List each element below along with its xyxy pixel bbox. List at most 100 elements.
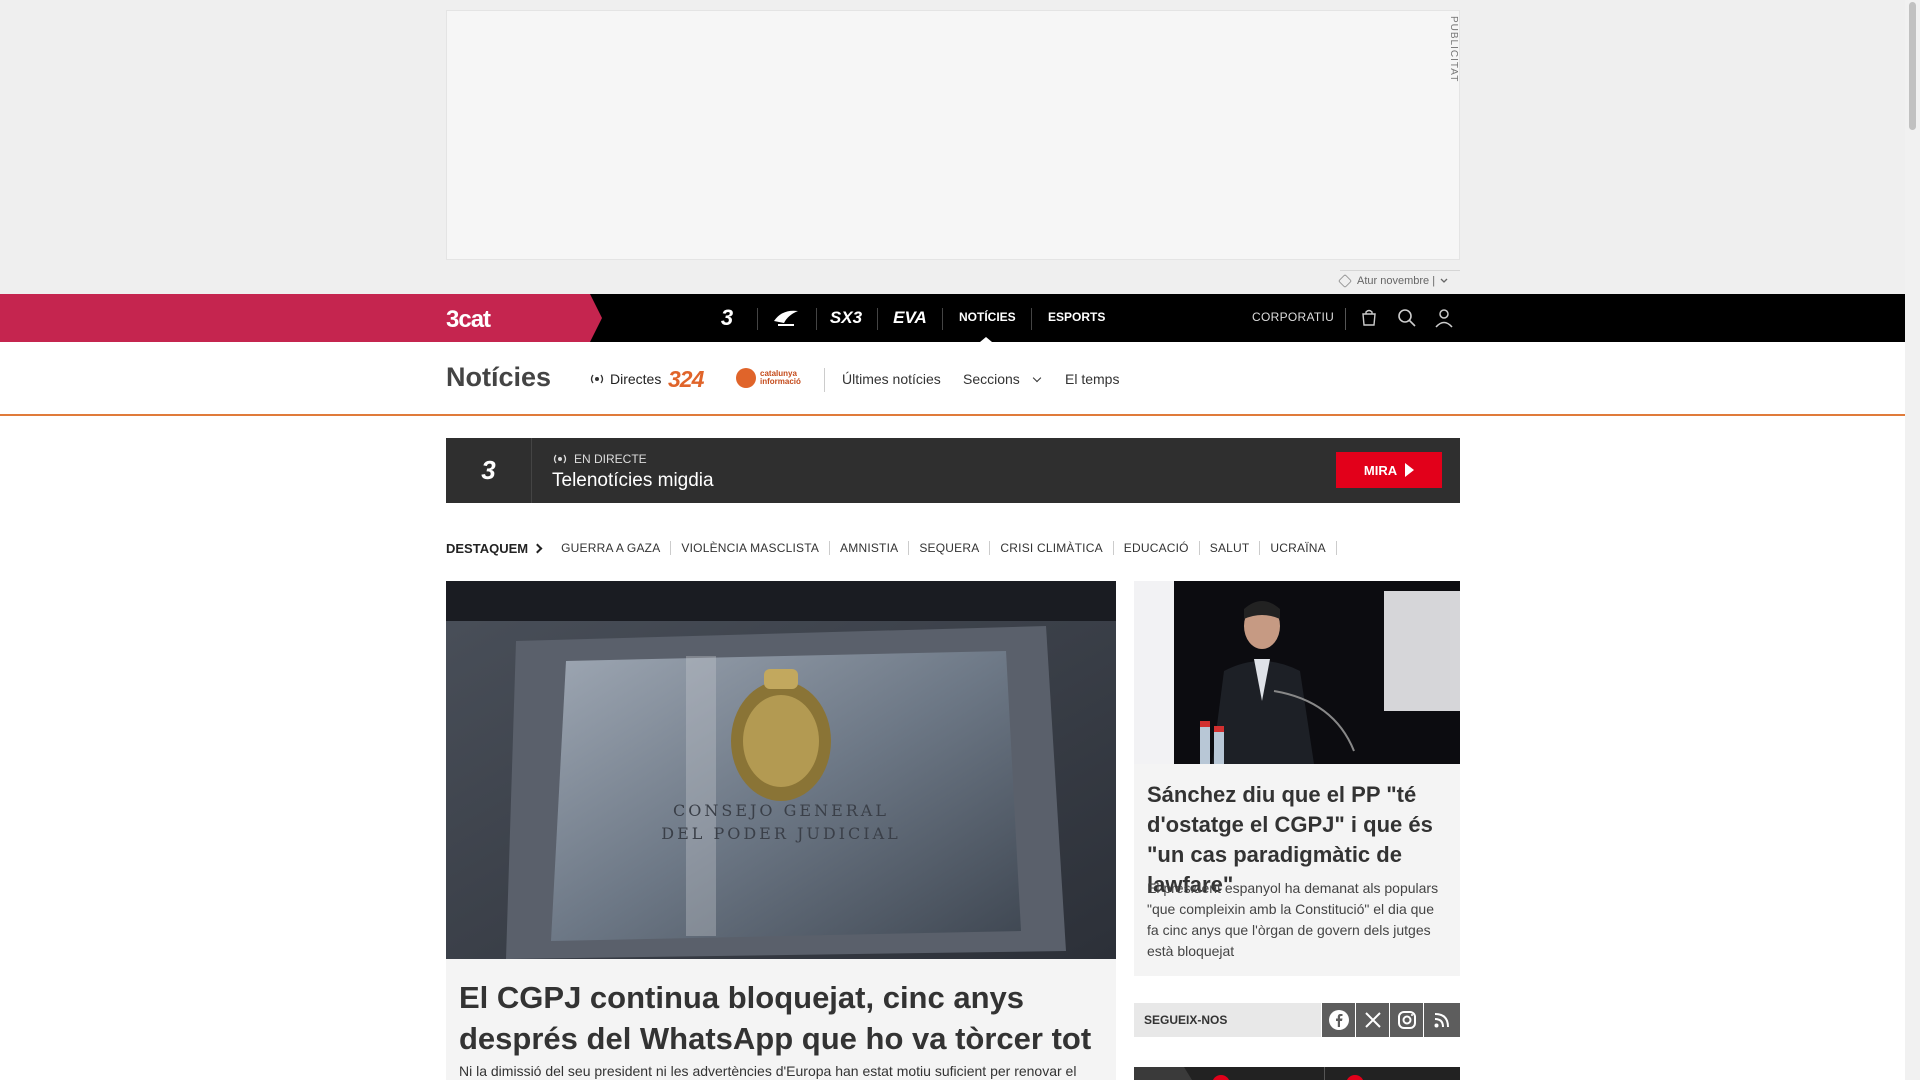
scrollbar-thumb[interactable]: [1909, 2, 1916, 130]
facebook-icon: [1328, 1010, 1349, 1030]
follow-label: SEGUEIX-NOS: [1144, 1013, 1228, 1027]
destaquem-link[interactable]: DESTAQUEM: [446, 541, 551, 556]
svg-text:DEL PODER JUDICIAL: DEL PODER JUDICIAL: [661, 824, 901, 843]
x-icon: [1364, 1012, 1381, 1028]
channel-tv3-logo: 3: [720, 305, 734, 330]
topic-tag[interactable]: UCRAÏNA: [1260, 541, 1337, 555]
shopping-bag-icon: [1362, 309, 1376, 326]
topic-tag[interactable]: SALUT: [1200, 541, 1261, 555]
watch-button[interactable]: MIRA: [1336, 452, 1442, 488]
user-icon: [1435, 309, 1453, 328]
catalunya-informacio-logo[interactable]: catalunya informació: [736, 368, 830, 388]
section-title[interactable]: Notícies: [446, 362, 551, 393]
scrollbar[interactable]: [1905, 0, 1920, 1080]
svg-text:CONSEJO GENERAL: CONSEJO GENERAL: [673, 801, 889, 820]
topic-tag[interactable]: VIOLÈNCIA MASCLISTA: [671, 541, 831, 555]
main-article-image[interactable]: CONSEJO GENERAL DEL PODER JUDICIAL: [446, 581, 1116, 959]
channel-sx3[interactable]: SX3: [826, 304, 866, 332]
catradio-icon: [774, 310, 798, 326]
tab-active[interactable]: [1134, 1067, 1192, 1080]
search-button[interactable]: [1395, 306, 1419, 330]
ci-logo-text: catalunya informació: [760, 369, 801, 386]
channel-catradio[interactable]: [770, 304, 802, 332]
live-banner[interactable]: 3 EN DIRECTE Telenotícies migdia MIRA: [446, 438, 1460, 503]
seccions-label: Seccions: [963, 371, 1020, 387]
topic-tag[interactable]: EDUCACIÓ: [1114, 541, 1200, 555]
topic-tag[interactable]: AMNISTIA: [830, 541, 910, 555]
divider: [824, 368, 825, 392]
topic-tag[interactable]: GUERRA A GAZA: [551, 541, 672, 555]
side-article-summary: El president espanyol ha demanat als pop…: [1147, 880, 1439, 959]
nav-corporatiu[interactable]: CORPORATIU: [1252, 310, 1334, 324]
sanchez-photo: [1134, 581, 1460, 764]
divider: [942, 308, 943, 330]
divider: [877, 308, 878, 330]
chevron-down-icon: [1440, 278, 1448, 283]
brand-logo-text: 3cat: [446, 306, 491, 333]
live-show-title: Telenotícies migdia: [552, 470, 714, 491]
side-article-image[interactable]: [1134, 581, 1460, 764]
shop-button[interactable]: [1357, 306, 1381, 330]
ad-banner[interactable]: [446, 10, 1460, 260]
section-header: Notícies Directes 324 catalunya informac…: [0, 342, 1905, 416]
live-signal-icon: [553, 454, 567, 464]
follow-bar: SEGUEIX-NOS: [1134, 1003, 1460, 1037]
tab-live-dot: [1212, 1075, 1230, 1080]
bottom-tabs[interactable]: [1134, 1067, 1460, 1080]
divider: [1345, 308, 1346, 330]
ultimes-noticies-link[interactable]: Últimes notícies: [842, 371, 941, 387]
rss-link[interactable]: [1423, 1003, 1460, 1037]
divider: [1324, 1067, 1325, 1080]
el-temps-link[interactable]: El temps: [1065, 371, 1119, 387]
channel-tv3[interactable]: 3: [712, 304, 742, 332]
divider: [757, 308, 758, 330]
divider: [1031, 308, 1032, 330]
rss-icon: [1434, 1013, 1449, 1028]
nav-esports[interactable]: ESPORTS: [1048, 310, 1105, 324]
play-icon: [1405, 463, 1415, 477]
channel-eva-logo: EVA: [893, 308, 927, 327]
top-navigation: 3cat 3 SX3 EVA NOTÍCIES ESPORTS CORPORAT…: [0, 294, 1905, 342]
ci-logo-mark: [736, 368, 756, 388]
directes-link[interactable]: Directes: [590, 371, 661, 387]
channel-sx3-logo: SX3: [829, 308, 863, 327]
main-article-card[interactable]: El CGPJ continua bloquejat, cinc anys de…: [446, 959, 1116, 1080]
highlights-bar: DESTAQUEM GUERRA A GAZA VIOLÈNCIA MASCLI…: [446, 540, 1337, 556]
ad-label: PUBLICITAT: [1448, 16, 1459, 83]
side-article-card[interactable]: Sánchez diu que el PP "té d'ostatge el C…: [1134, 764, 1460, 976]
chevron-down-icon: [1032, 373, 1041, 383]
main-article-summary: Ni la dimissió del seu president ni les …: [459, 1063, 1077, 1079]
destaquem-label: DESTAQUEM: [446, 540, 529, 556]
watch-button-label: MIRA: [1363, 462, 1398, 478]
tv3-logo-text: 3: [481, 455, 496, 485]
divider: [816, 308, 817, 330]
324-logo-text: 324: [668, 366, 704, 392]
ad-report-text: Atur novembre |: [1357, 275, 1436, 287]
seccions-dropdown[interactable]: Seccions: [963, 371, 1041, 387]
324-logo[interactable]: 324: [668, 366, 704, 393]
nav-noticies[interactable]: NOTÍCIES: [959, 310, 1016, 324]
ad-zone: PUBLICITAT Atur novembre |: [0, 0, 1905, 294]
topic-tag[interactable]: CRISI CLIMÀTICA: [990, 541, 1114, 555]
instagram-icon: [1397, 1011, 1416, 1029]
ad-divider: [1340, 270, 1460, 271]
channel-eva[interactable]: EVA: [890, 304, 930, 332]
live-tag: EN DIRECTE: [552, 452, 647, 466]
3cat-logo[interactable]: 3cat: [446, 306, 491, 334]
cgpj-plaque-photo: CONSEJO GENERAL DEL PODER JUDICIAL: [446, 581, 1116, 959]
instagram-link[interactable]: [1389, 1003, 1423, 1037]
x-link[interactable]: [1355, 1003, 1389, 1037]
tab-live-dot: [1346, 1075, 1364, 1080]
live-tag-text: EN DIRECTE: [574, 452, 647, 466]
brand-area: [0, 294, 602, 342]
main-article-headline[interactable]: El CGPJ continua bloquejat, cinc anys de…: [459, 977, 1099, 1059]
topic-tag[interactable]: SEQUERA: [909, 541, 991, 555]
live-signal-icon: [590, 374, 604, 384]
ad-report-link[interactable]: Atur novembre |: [1337, 273, 1449, 289]
facebook-link[interactable]: [1321, 1003, 1355, 1037]
tv3-logo: 3: [446, 438, 532, 503]
tag-icon: [1337, 273, 1353, 289]
chevron-right-icon: [532, 543, 543, 553]
search-icon: [1398, 309, 1416, 327]
user-button[interactable]: [1432, 306, 1456, 330]
